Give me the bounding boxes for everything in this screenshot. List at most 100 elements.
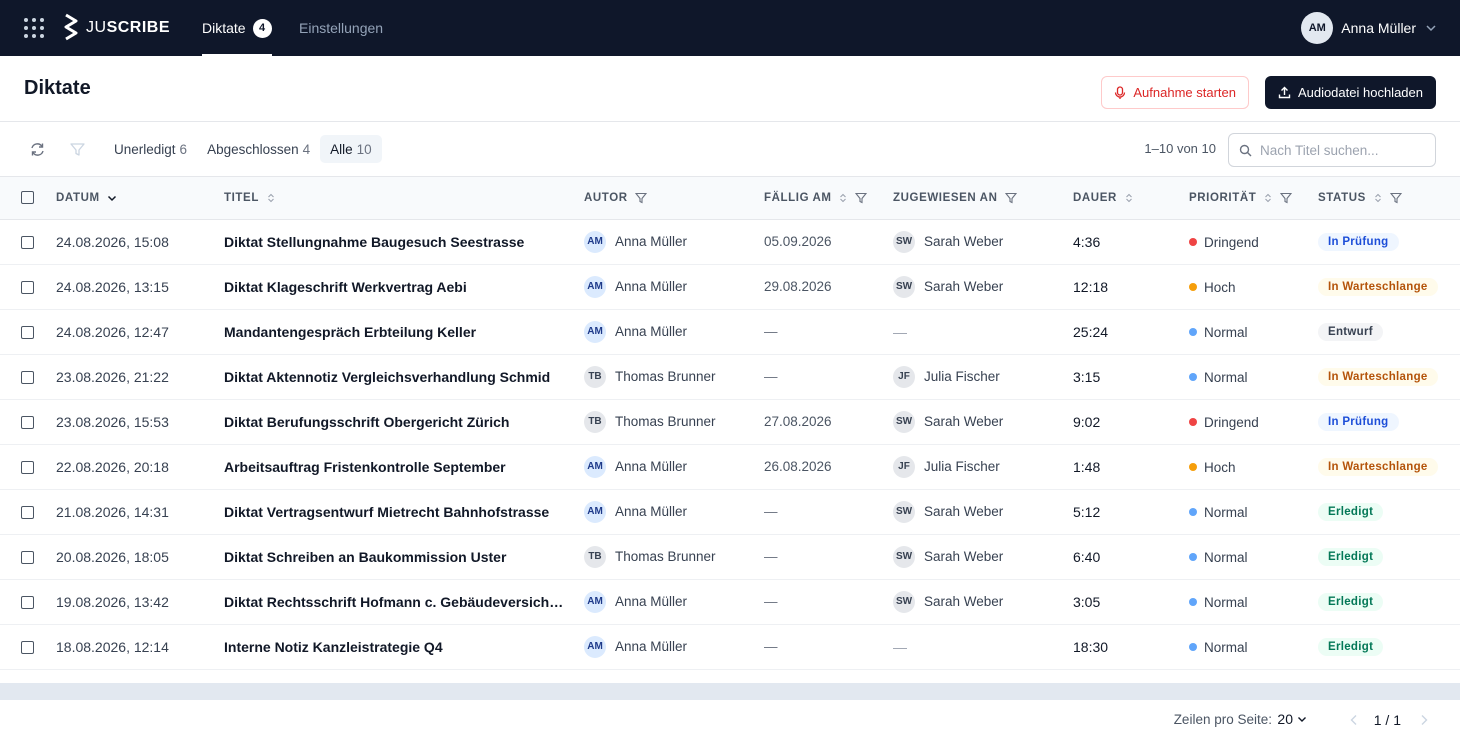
table-row[interactable]: 24.08.2026, 13:15 Diktat Klageschrift Wer… xyxy=(0,264,1460,309)
filter-tab-abgeschlossen[interactable]: Abgeschlossen 4 xyxy=(197,135,320,163)
priority-dot-icon xyxy=(1189,283,1197,292)
assignee-name: Julia Fischer xyxy=(924,459,1000,474)
due-date: 29.08.2026 xyxy=(764,279,832,294)
row-title[interactable]: Mandantengespräch Erbteilung Keller xyxy=(224,309,584,354)
table-row[interactable]: 23.08.2026, 21:22 Diktat Aktennotiz Vergl… xyxy=(0,354,1460,399)
row-title[interactable]: Diktat Schreiben an Baukommission Uster xyxy=(224,534,584,579)
priority-label: Dringend xyxy=(1204,414,1259,430)
row-checkbox[interactable] xyxy=(21,641,34,655)
column-header-date[interactable]: Datum xyxy=(56,177,224,219)
row-checkbox[interactable] xyxy=(21,371,34,385)
filter-tab-count: 6 xyxy=(179,141,188,157)
rows-per-page-select[interactable]: 20 xyxy=(1277,711,1307,727)
row-title[interactable]: Diktat Rechtsschrift Hofmann c. Gebäudev… xyxy=(224,579,584,624)
column-header-title[interactable]: Titel xyxy=(224,177,584,219)
app-grid-icon[interactable] xyxy=(24,18,44,38)
row-title[interactable]: Diktat Berufungsschrift Obergericht Züri… xyxy=(224,399,584,444)
chevron-down-icon xyxy=(1298,717,1306,722)
sort-icon xyxy=(267,193,274,202)
column-filter-icon[interactable] xyxy=(1279,192,1292,204)
refresh-icon[interactable] xyxy=(29,141,46,158)
next-page-icon[interactable] xyxy=(1419,714,1429,726)
column-header-status[interactable]: Status xyxy=(1318,177,1460,219)
author: AM Anna Müller xyxy=(584,590,687,613)
row-title[interactable]: Diktat Vertragsentwurf Mietrecht Bahnhof… xyxy=(224,489,584,534)
table-row[interactable]: 20.08.2026, 18:05 Diktat Schreiben an Bau… xyxy=(0,534,1460,579)
row-checkbox[interactable] xyxy=(21,461,34,475)
row-duration: 25:24 xyxy=(1073,323,1109,340)
priority-dot-icon xyxy=(1189,643,1197,652)
brand-name: JUSCRIBE xyxy=(86,19,171,36)
table-footer: Zeilen pro Seite: 20 1 / 1 xyxy=(0,700,1460,740)
row-title[interactable]: Arbeitsauftrag Fristenkontrolle Septembe… xyxy=(224,444,584,489)
column-filter-icon[interactable] xyxy=(635,192,648,204)
column-header-due[interactable]: Fällig am xyxy=(764,177,893,219)
author: AM Anna Müller xyxy=(584,635,687,658)
row-duration: 18:30 xyxy=(1073,638,1109,655)
due-empty: — xyxy=(764,549,778,564)
record-button[interactable]: Aufnahme starten xyxy=(1101,76,1249,109)
column-header-label: Priorität xyxy=(1189,191,1257,204)
row-date: 24.08.2026, 15:08 xyxy=(56,233,169,250)
filter-tab-count: 4 xyxy=(302,141,311,157)
table-row[interactable]: 19.08.2026, 13:42 Diktat Rechtsschrift Ho… xyxy=(0,579,1460,624)
filter-tab-alle[interactable]: Alle 10 xyxy=(320,135,382,163)
priority-dot-icon xyxy=(1189,508,1197,517)
nav-tab-diktate[interactable]: Diktate 4 xyxy=(202,0,272,56)
table-row[interactable]: 24.08.2026, 12:47 Mandantengespräch Erbte… xyxy=(0,309,1460,354)
search-input[interactable] xyxy=(1260,142,1420,158)
priority-dot-icon xyxy=(1189,598,1197,607)
avatar: TB xyxy=(584,410,606,433)
row-checkbox[interactable] xyxy=(21,506,34,520)
table-row[interactable]: 18.08.2026, 12:14 Interne Notiz Kanzleist… xyxy=(0,624,1460,669)
row-checkbox[interactable] xyxy=(21,236,34,250)
sort-icon xyxy=(1125,193,1132,202)
user-menu[interactable]: AM Anna Müller xyxy=(1301,12,1436,44)
row-title[interactable]: Interne Notiz Kanzleistrategie Q4 xyxy=(224,624,584,669)
column-header-label: Zugewiesen an xyxy=(893,191,998,204)
priority: Hoch xyxy=(1189,280,1236,295)
row-checkbox[interactable] xyxy=(21,281,34,295)
upload-button[interactable]: Audiodatei hochladen xyxy=(1264,76,1436,109)
row-checkbox[interactable] xyxy=(21,416,34,430)
column-header-duration[interactable]: Dauer xyxy=(1073,177,1189,219)
horizontal-scrollbar[interactable] xyxy=(0,683,1460,700)
table-row[interactable]: 21.08.2026, 14:31 Diktat Vertragsentwurf … xyxy=(0,489,1460,534)
status-badge: Erledigt xyxy=(1318,548,1384,566)
row-checkbox[interactable] xyxy=(21,326,34,340)
search-box[interactable] xyxy=(1228,133,1436,167)
avatar: AM xyxy=(584,500,606,523)
column-header-author[interactable]: Autor xyxy=(584,177,764,219)
column-filter-icon[interactable] xyxy=(1389,192,1402,204)
column-header-label: Dauer xyxy=(1073,191,1117,204)
table-row[interactable]: 23.08.2026, 15:53 Diktat Berufungsschrift… xyxy=(0,399,1460,444)
column-header-assigned[interactable]: Zugewiesen an xyxy=(893,177,1073,219)
avatar: JF xyxy=(893,455,915,478)
assignee: JF Julia Fischer xyxy=(893,455,1000,478)
filter-icon[interactable] xyxy=(69,141,86,158)
row-title[interactable]: Diktat Stellungnahme Baugesuch Seestrass… xyxy=(224,219,584,264)
priority-label: Normal xyxy=(1204,594,1248,610)
rows-per-page-value: 20 xyxy=(1277,711,1293,727)
assignee: SW Sarah Weber xyxy=(893,500,1003,523)
table-row[interactable]: 22.08.2026, 20:18 Arbeitsauftrag Fristenk… xyxy=(0,444,1460,489)
brand[interactable]: JUSCRIBE xyxy=(62,13,170,43)
column-filter-icon[interactable] xyxy=(855,192,868,204)
author-name: Anna Müller xyxy=(615,324,688,339)
author: AM Anna Müller xyxy=(584,500,687,523)
row-checkbox[interactable] xyxy=(21,596,34,610)
row-title[interactable]: Diktat Aktennotiz Vergleichsverhandlung … xyxy=(224,354,584,399)
sort-desc-icon xyxy=(108,195,117,201)
previous-page-icon[interactable] xyxy=(1349,714,1359,726)
table-row[interactable]: 24.08.2026, 15:08 Diktat Stellungnahme Ba… xyxy=(0,219,1460,264)
row-title[interactable]: Diktat Klageschrift Werkvertrag Aebi xyxy=(224,264,584,309)
avatar: SW xyxy=(893,545,915,568)
column-header-priority[interactable]: Priorität xyxy=(1189,177,1318,219)
select-all-checkbox[interactable] xyxy=(21,191,34,205)
column-filter-icon[interactable] xyxy=(1005,192,1018,204)
row-checkbox[interactable] xyxy=(21,551,34,565)
filter-tab-unerledigt[interactable]: Unerledigt 6 xyxy=(104,135,197,163)
nav-tab-einstellungen[interactable]: Einstellungen xyxy=(299,0,383,56)
upload-icon xyxy=(1278,86,1291,99)
list-toolbar: Unerledigt 6 Abgeschlossen 4 Alle 10 1–1… xyxy=(0,122,1460,177)
